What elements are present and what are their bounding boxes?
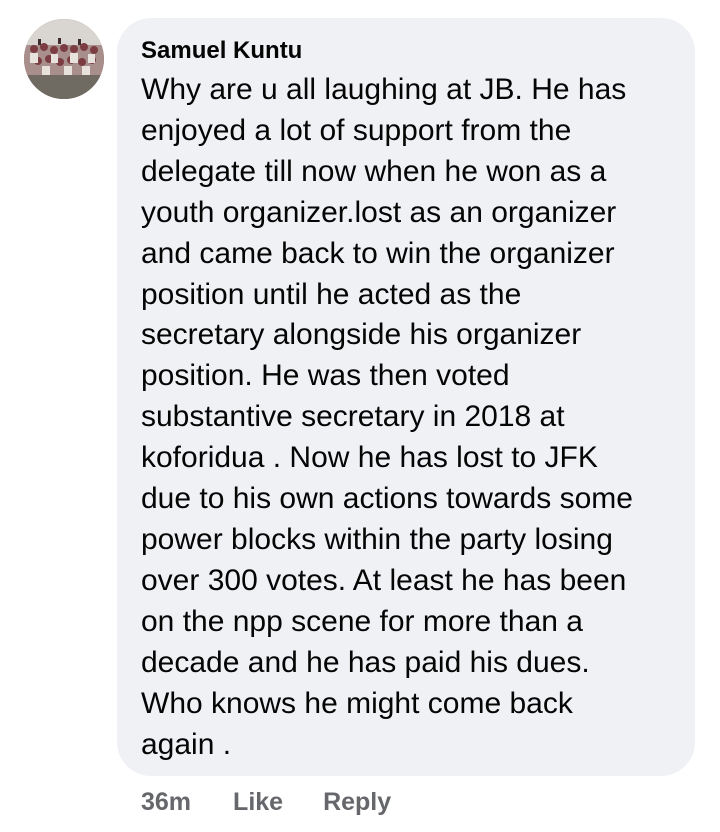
like-button[interactable]: Like (233, 788, 283, 817)
author-name[interactable]: Samuel Kuntu (141, 37, 302, 65)
profile-photo-icon (24, 19, 104, 99)
comment: Samuel Kuntu Why are u all laughing at J… (0, 0, 720, 832)
timestamp[interactable]: 36m (141, 788, 191, 817)
comment-actions: 36m Like Reply (141, 788, 391, 817)
comment-text: Why are u all laughing at JB. He has enj… (141, 73, 633, 761)
comment-bubble: Samuel Kuntu Why are u all laughing at J… (117, 18, 695, 776)
reply-button[interactable]: Reply (323, 788, 391, 817)
avatar[interactable] (24, 19, 104, 99)
